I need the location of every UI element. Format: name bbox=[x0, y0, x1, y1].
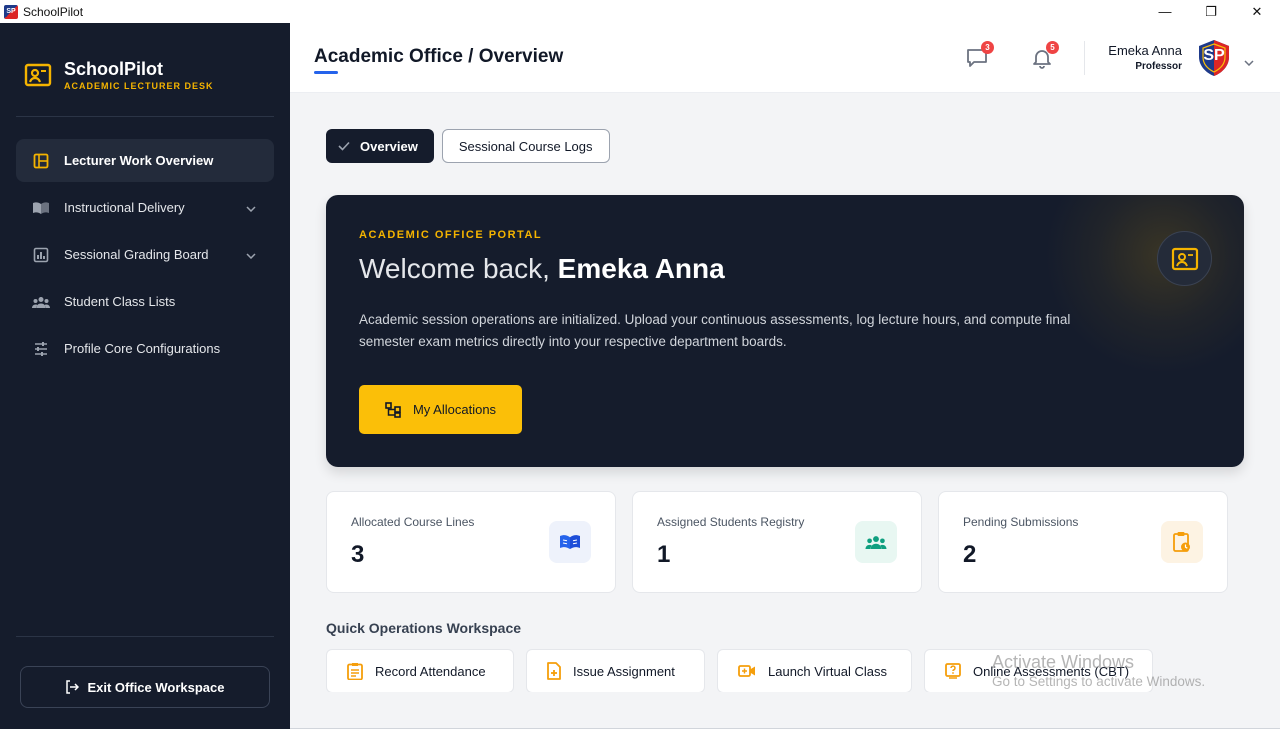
quick-operations-title: Quick Operations Workspace bbox=[326, 620, 522, 636]
sidebar: SchoolPilot ACADEMIC LECTURER DESK Lectu… bbox=[0, 23, 290, 729]
sidebar-item-instructional-delivery[interactable]: Instructional Delivery bbox=[16, 186, 274, 229]
book-open-icon bbox=[549, 521, 591, 563]
sidebar-nav: Lecturer Work Overview Instructional Del… bbox=[16, 139, 274, 374]
lecturer-board-icon bbox=[1157, 231, 1212, 286]
brand: SchoolPilot ACADEMIC LECTURER DESK bbox=[24, 59, 214, 91]
scroll-clip bbox=[290, 692, 1280, 729]
hierarchy-icon bbox=[385, 401, 401, 418]
chart-icon bbox=[32, 246, 50, 264]
window-controls: — ❐ ✕ bbox=[1142, 0, 1280, 23]
stat-card-allocated-course-lines: Allocated Course Lines 3 bbox=[326, 491, 616, 593]
lecturer-board-icon bbox=[24, 61, 52, 89]
stat-label: Allocated Course Lines bbox=[351, 515, 475, 529]
file-plus-icon bbox=[547, 662, 561, 680]
window-title: SchoolPilot bbox=[23, 4, 84, 19]
launch-virtual-class-button[interactable]: Launch Virtual Class bbox=[717, 649, 912, 693]
online-assessments-button[interactable]: Online Assessments (CBT) bbox=[924, 649, 1153, 693]
page-title: Academic Office / Overview bbox=[314, 46, 564, 67]
exit-office-workspace-button[interactable]: Exit Office Workspace bbox=[20, 666, 270, 708]
users-icon bbox=[32, 293, 50, 311]
quiz-icon bbox=[945, 663, 961, 679]
clipboard-clock-icon bbox=[1161, 521, 1203, 563]
tab-label: Sessional Course Logs bbox=[458, 138, 593, 154]
logout-icon bbox=[65, 680, 80, 694]
stat-label: Pending Submissions bbox=[963, 515, 1079, 529]
my-allocations-button[interactable]: My Allocations bbox=[359, 385, 522, 434]
hero-kicker: ACADEMIC OFFICE PORTAL bbox=[359, 229, 543, 241]
welcome-hero-card: ACADEMIC OFFICE PORTAL Welcome back, Eme… bbox=[326, 195, 1244, 467]
close-window-button[interactable]: ✕ bbox=[1234, 0, 1280, 23]
stat-card-pending-submissions: Pending Submissions 2 bbox=[938, 491, 1228, 593]
stat-value: 3 bbox=[351, 541, 365, 568]
minimize-button[interactable]: — bbox=[1142, 0, 1188, 23]
hero-user-name: Emeka Anna bbox=[557, 253, 725, 284]
user-name[interactable]: Emeka Anna bbox=[1108, 43, 1182, 58]
brand-name: SchoolPilot bbox=[64, 59, 163, 79]
chevron-down-icon[interactable] bbox=[1244, 53, 1254, 71]
chevron-down-icon bbox=[246, 200, 256, 215]
quick-action-label: Launch Virtual Class bbox=[768, 663, 887, 679]
book-open-icon bbox=[32, 199, 50, 217]
video-icon bbox=[738, 665, 756, 677]
chevron-down-icon bbox=[246, 247, 256, 262]
sidebar-item-label: Lecturer Work Overview bbox=[64, 153, 214, 168]
messages-button[interactable]: 3 bbox=[966, 41, 994, 69]
sidebar-divider-bottom bbox=[16, 636, 274, 637]
user-role: Professor bbox=[1135, 61, 1182, 72]
top-header: Academic Office / Overview 3 5 Emeka Ann… bbox=[290, 23, 1280, 93]
sidebar-item-label: Profile Core Configurations bbox=[64, 341, 221, 356]
stat-label: Assigned Students Registry bbox=[657, 515, 805, 529]
sidebar-item-label: Sessional Grading Board bbox=[64, 247, 209, 262]
title-underline bbox=[314, 71, 338, 74]
avatar[interactable]: SP bbox=[1196, 39, 1232, 77]
sidebar-item-label: Instructional Delivery bbox=[64, 200, 185, 215]
sidebar-item-profile-core-configurations[interactable]: Profile Core Configurations bbox=[16, 327, 274, 370]
tab-bar: Overview Sessional Course Logs bbox=[326, 129, 618, 163]
sidebar-item-sessional-grading-board[interactable]: Sessional Grading Board bbox=[16, 233, 274, 276]
check-icon bbox=[338, 141, 350, 151]
issue-assignment-button[interactable]: Issue Assignment bbox=[526, 649, 705, 693]
hero-description: Academic session operations are initiali… bbox=[359, 312, 1071, 349]
quick-action-label: Record Attendance bbox=[375, 663, 486, 679]
stat-value: 1 bbox=[657, 541, 671, 568]
tab-label: Overview bbox=[360, 138, 418, 154]
avatar-initials: SP bbox=[1203, 47, 1225, 64]
clipboard-list-icon bbox=[347, 662, 363, 680]
main-content: Overview Sessional Course Logs ACADEMIC … bbox=[290, 93, 1280, 729]
sidebar-item-label: Student Class Lists bbox=[64, 294, 176, 309]
notifications-badge: 5 bbox=[1046, 41, 1059, 54]
messages-badge: 3 bbox=[981, 41, 994, 54]
quick-action-label: Online Assessments (CBT) bbox=[973, 663, 1130, 679]
sidebar-item-lecturer-work-overview[interactable]: Lecturer Work Overview bbox=[16, 139, 274, 182]
header-divider bbox=[1084, 41, 1085, 75]
users-icon bbox=[855, 521, 897, 563]
stat-value: 2 bbox=[963, 541, 977, 568]
window-titlebar: SP SchoolPilot — ❐ ✕ bbox=[0, 0, 1280, 23]
brand-subtitle: ACADEMIC LECTURER DESK bbox=[64, 81, 214, 91]
sidebar-divider-top bbox=[16, 116, 274, 117]
sidebar-item-student-class-lists[interactable]: Student Class Lists bbox=[16, 280, 274, 323]
quick-action-label: Issue Assignment bbox=[573, 663, 675, 679]
layout-icon bbox=[32, 152, 50, 170]
stat-card-assigned-students-registry: Assigned Students Registry 1 bbox=[632, 491, 922, 593]
notifications-button[interactable]: 5 bbox=[1031, 41, 1059, 69]
exit-label: Exit Office Workspace bbox=[87, 679, 225, 695]
tab-sessional-course-logs[interactable]: Sessional Course Logs bbox=[441, 129, 610, 163]
tab-overview[interactable]: Overview bbox=[326, 129, 434, 163]
hero-title: Welcome back, Emeka Anna bbox=[359, 253, 725, 285]
app-logo-icon: SP bbox=[4, 4, 18, 19]
sliders-icon bbox=[32, 340, 50, 358]
my-allocations-label: My Allocations bbox=[412, 402, 497, 417]
record-attendance-button[interactable]: Record Attendance bbox=[326, 649, 514, 693]
hero-greeting: Welcome back, bbox=[359, 253, 558, 284]
maximize-button[interactable]: ❐ bbox=[1188, 0, 1234, 23]
